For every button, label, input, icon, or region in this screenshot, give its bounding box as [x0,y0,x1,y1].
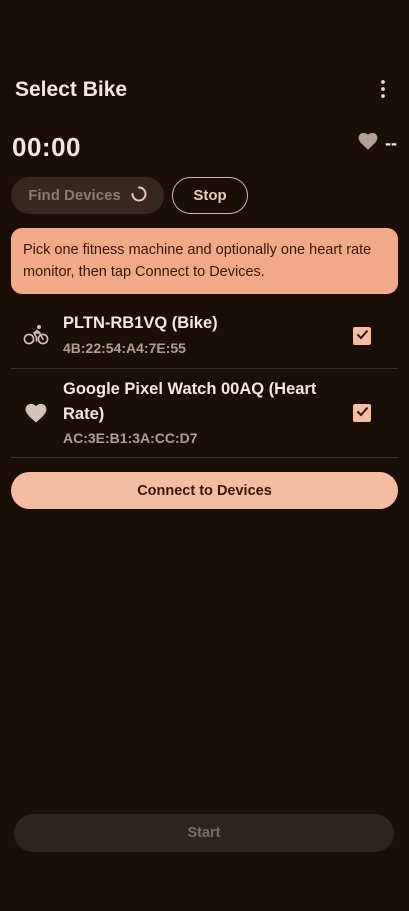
device-address: 4B:22:54:A4:7E:55 [63,340,186,356]
bike-icon [23,322,49,348]
loading-spinner-icon [131,186,147,206]
workout-timer: 00:00 [12,132,81,162]
device-name: Google Pixel Watch 00AQ (Heart Rate) [63,380,317,423]
app-bar: Select Bike [0,68,409,114]
more-vertical-icon [381,79,385,103]
device-checkbox[interactable] [353,404,371,422]
find-devices-label: Find Devices [28,187,121,204]
heart-icon [23,400,49,426]
heart-rate-value: -- [385,133,397,153]
more-options-button[interactable] [371,78,395,104]
stop-button[interactable]: Stop [172,177,248,214]
heart-rate-readout: -- [358,132,397,155]
heart-icon [358,132,378,155]
check-icon [356,404,369,422]
check-icon [356,327,369,345]
device-address: AC:3E:B1:3A:CC:D7 [63,430,198,446]
info-text: Pick one fitness machine and optionally … [23,242,372,280]
list-divider [11,457,398,458]
connect-devices-button[interactable]: Connect to Devices [11,472,398,509]
device-name: PLTN-RB1VQ (Bike) [63,314,218,332]
page-title: Select Bike [15,78,128,101]
device-row-bike[interactable]: PLTN-RB1VQ (Bike) 4B:22:54:A4:7E:55 [11,305,398,368]
device-row-heart-rate[interactable]: Google Pixel Watch 00AQ (Heart Rate) AC:… [11,369,398,457]
info-card: Pick one fitness machine and optionally … [11,228,398,294]
device-checkbox[interactable] [353,327,371,345]
start-button[interactable]: Start [14,814,394,852]
find-devices-button[interactable]: Find Devices [11,177,164,214]
